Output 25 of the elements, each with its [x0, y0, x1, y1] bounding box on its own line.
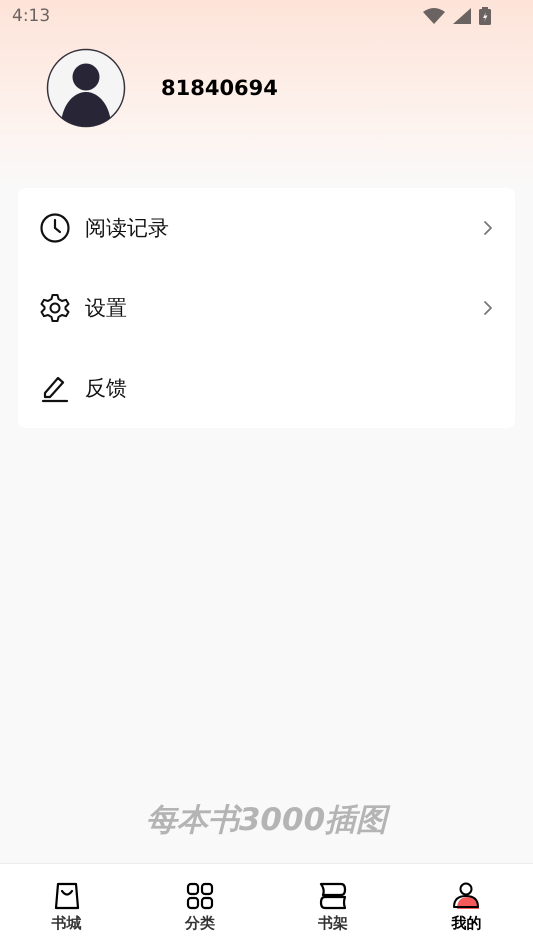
chevron-right-icon: [483, 300, 493, 316]
tab[interactable]: 书城: [0, 864, 134, 948]
menu-item[interactable]: 设置: [18, 268, 515, 348]
signal-icon: [453, 8, 471, 24]
bag-icon: [52, 882, 81, 910]
avatar-icon[interactable]: [46, 48, 126, 128]
menu-item[interactable]: 反馈: [18, 348, 515, 428]
battery-icon: [479, 7, 491, 25]
chevron-right-icon: [483, 220, 493, 236]
grid-icon: [186, 882, 214, 910]
menu-label: 设置: [85, 295, 128, 322]
slogan-text: 每本书3000插图: [0, 799, 533, 841]
clock-icon: [40, 213, 70, 243]
book-stack-icon: [319, 882, 348, 910]
tab[interactable]: 书架: [266, 864, 400, 948]
user-id: 81840694: [161, 76, 278, 100]
gear-icon: [40, 293, 70, 323]
menu-label: 阅读记录: [85, 215, 170, 242]
tab[interactable]: 我的: [400, 864, 533, 948]
menu-label: 反馈: [85, 375, 128, 402]
wifi-icon: [423, 8, 445, 24]
status-time: 4:13: [12, 6, 50, 26]
menu-item[interactable]: 阅读记录: [18, 188, 515, 268]
tab[interactable]: 分类: [133, 864, 266, 948]
person-icon: [452, 882, 480, 910]
